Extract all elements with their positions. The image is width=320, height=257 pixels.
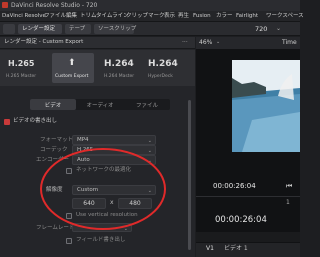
chevron-down-icon[interactable]: ⌄ [216,40,220,45]
preset-glyph: H.264 [148,59,178,69]
menu-item-fusion[interactable]: Fusion [193,13,211,20]
settings-tabs: ビデオ オーディオ ファイル [30,99,170,110]
window-title: DaVinci Resolve Studio - 720 [11,1,98,9]
source-clip-label: ソースクリップ [98,25,137,32]
viewer-timecode: 00:00:26:04 [213,182,256,190]
preset-label: H.264 Master [104,74,135,79]
track-label: V1 [206,245,214,252]
toolbar: レンダー設定 テープ ソースクリップ 720 ⌄ [0,22,300,36]
tape-button[interactable]: テープ [65,24,91,34]
export-video-label: ビデオの書き出し [13,118,58,124]
field-render-checkbox[interactable] [66,238,72,244]
track-row: V1 ビデオ 1 [196,243,300,257]
menu-item-file[interactable]: ファイル [44,13,66,20]
chevron-down-icon: ⌄ [147,148,152,154]
menu-item-clip[interactable]: クリップ [126,13,148,20]
render-panel-title: レンダー設定 - Custom Export [4,39,84,45]
video-preview [232,60,300,152]
format-label: フォーマット [40,137,74,143]
menu-item-view[interactable]: 表示 [164,13,175,20]
menu-item-playback[interactable]: 再生 [178,13,189,20]
tab-audio[interactable]: オーディオ [77,99,123,110]
panel-scrollbar[interactable] [188,100,191,250]
menu-item-edit[interactable]: 編集 [66,13,77,20]
preset-h265-master[interactable]: H.265 H.265 Master [4,53,42,83]
more-options-icon[interactable]: ··· [182,40,188,46]
menu-item-workspace[interactable]: ワークスペース [266,13,304,20]
viewer-title: Time [282,39,297,46]
preview-image [232,60,300,152]
preset-label: H.265 Master [6,74,37,79]
render-presets: H.265 H.265 Master ⬆ Custom Export H.264… [0,50,195,86]
menu-item-fairlight[interactable]: Fairlight [236,13,258,20]
track-name: ビデオ 1 [224,245,248,252]
tape-label: テープ [69,25,86,32]
menu-item-davinci[interactable]: DaVinci Resolve [2,13,46,20]
render-settings-label: レンダー設定 [22,25,56,32]
timeline-ruler[interactable] [196,232,300,242]
preset-glyph: H.264 [104,59,134,69]
zoom-level[interactable]: 46% [199,40,212,46]
export-video-checkbox[interactable] [4,119,10,125]
chevron-down-icon[interactable]: ⌄ [276,26,281,32]
menu-bar: DaVinci Resolve ファイル 編集 トリム タイムライン クリップ … [0,11,304,22]
preset-glyph: H.265 [8,59,35,68]
field-render-label: フィールド書き出し [76,237,126,243]
format-dropdown[interactable]: MP4 ⌄ [72,135,156,145]
menu-item-mark[interactable]: マーク [148,13,165,20]
source-clip-button[interactable]: ソースクリップ [94,24,137,34]
preset-h264-master[interactable]: H.264 H.264 Master [102,53,140,83]
menu-item-color[interactable]: カラー [216,13,233,20]
divider [196,196,300,197]
frame-rate-label: フレームレート [36,225,75,231]
app-icon [2,2,8,8]
codec-label: コーデック [40,147,68,153]
render-panel-header: レンダー設定 - Custom Export ··· [0,37,195,49]
render-settings-button[interactable]: レンダー設定 [18,24,62,34]
tab-video[interactable]: ビデオ [30,99,76,110]
preset-hyperdeck[interactable]: H.264 HyperDeck [146,53,184,83]
page-number: 1 [286,199,290,206]
tab-file[interactable]: ファイル [124,99,170,110]
export-icon: ⬆ [68,58,76,68]
title-bar: DaVinci Resolve Studio - 720 [0,0,300,11]
chevron-down-icon: ⌄ [147,138,152,144]
menu-item-timeline[interactable]: タイムライン [96,13,129,20]
menu-item-trim[interactable]: トリム [80,13,97,20]
project-name: 720 [255,25,268,33]
media-pool-icon[interactable] [3,24,15,34]
preset-custom-export[interactable]: ⬆ Custom Export [52,53,94,83]
format-value: MP4 [77,137,89,143]
preset-label: Custom Export [55,74,89,79]
timeline-timecode: 00:00:26:04 [215,215,267,225]
preset-label: HyperDeck [148,74,173,79]
prev-frame-icon[interactable]: ⏮ [286,183,292,190]
annotation-ellipse [40,148,166,230]
viewer-header: 46% ⌄ Time [196,37,300,49]
